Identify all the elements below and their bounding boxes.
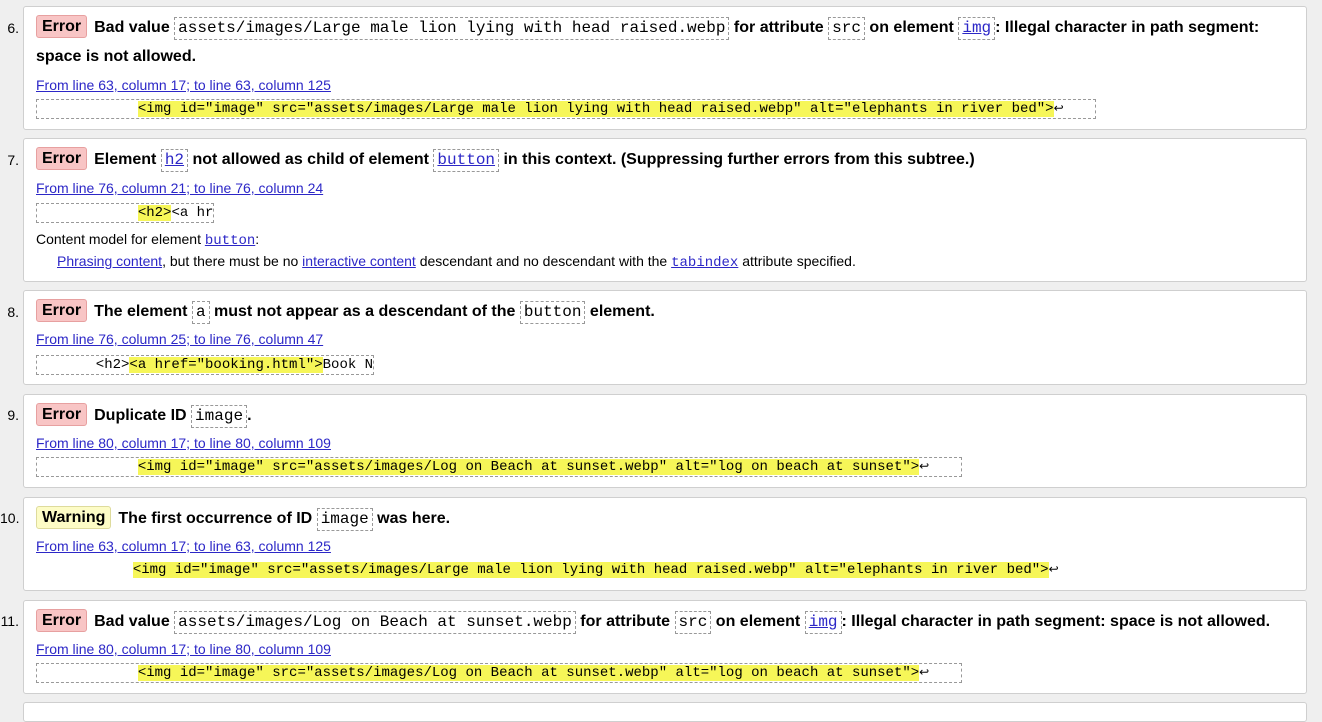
line-break-icon: ↩ xyxy=(1048,563,1059,577)
attribute-value-code: assets/images/Large male lion lying with… xyxy=(174,17,730,40)
element-link-button[interactable]: button xyxy=(205,233,255,249)
message-text: element. xyxy=(589,303,655,320)
highlighted-code: <img id="image" src="assets/images/Log o… xyxy=(137,459,920,475)
error-badge: Error xyxy=(36,403,88,426)
message-text: The element xyxy=(94,303,188,320)
phrasing-content-link[interactable]: Phrasing content xyxy=(57,253,162,269)
error-badge: Error xyxy=(36,299,88,322)
message-number: 10. xyxy=(0,510,20,526)
highlighted-code: <img id="image" src="assets/images/Large… xyxy=(132,562,1049,578)
message-text: for attribute xyxy=(733,19,824,36)
element-link-img[interactable]: img xyxy=(958,17,996,40)
code-extract: <h2><a hre xyxy=(36,203,214,223)
error-message: Error The element a must not appear as a … xyxy=(23,290,1307,385)
code-extract: <img id="image" src="assets/images/Large… xyxy=(36,99,1096,119)
message-text: on element xyxy=(869,19,954,36)
warning-badge: Warning xyxy=(36,506,112,529)
error-badge: Error xyxy=(36,147,88,170)
id-code: image xyxy=(191,405,248,428)
attribute-name-code: src xyxy=(828,17,865,40)
location-link[interactable]: From line 63, column 17; to line 63, col… xyxy=(36,77,331,93)
tabindex-link[interactable]: tabindex xyxy=(671,255,738,271)
message-text: on element xyxy=(715,613,801,630)
error-message: Error Element h2 not allowed as child of … xyxy=(23,138,1307,282)
message-text: . xyxy=(247,407,252,424)
code-extract: <img id="image" src="assets/images/Log o… xyxy=(36,457,962,477)
location-link[interactable]: From line 76, column 25; to line 76, col… xyxy=(36,331,323,347)
attribute-value-code: assets/images/Log on Beach at sunset.web… xyxy=(174,611,576,634)
code-extract: <img id="image" src="assets/images/Large… xyxy=(32,561,1092,581)
message-text: The first occurrence of ID xyxy=(118,510,313,527)
error-badge: Error xyxy=(36,609,88,632)
line-break-icon: ↩ xyxy=(919,460,930,474)
error-message xyxy=(23,702,1307,722)
message-text: in this context. (Suppressing further er… xyxy=(503,151,975,168)
message-number: 7. xyxy=(7,152,19,168)
location-link[interactable]: From line 80, column 17; to line 80, col… xyxy=(36,641,331,657)
location-link[interactable]: From line 76, column 21; to line 76, col… xyxy=(36,180,323,196)
highlighted-code: <a href="booking.html"> xyxy=(129,357,323,373)
line-break-icon: ↩ xyxy=(1053,102,1064,116)
message-text: Bad value xyxy=(94,613,170,630)
highlighted-code: <img id="image" src="assets/images/Large… xyxy=(137,101,1054,117)
code-extract: <img id="image" src="assets/images/Log o… xyxy=(36,663,962,683)
message-text: : Illegal character in path segment: xyxy=(995,19,1260,36)
error-message: Error Duplicate ID image. From line 80, c… xyxy=(23,394,1307,488)
message-text: Duplicate ID xyxy=(94,407,187,424)
element-link-button[interactable]: button xyxy=(433,149,500,172)
message-number: 8. xyxy=(7,304,19,320)
message-text: was here. xyxy=(377,510,451,527)
highlighted-code: <img id="image" src="assets/images/Log o… xyxy=(137,665,920,681)
location-link[interactable]: From line 80, column 17; to line 80, col… xyxy=(36,435,331,451)
element-link-img[interactable]: img xyxy=(804,611,842,634)
message-text: : Illegal character in path segment: spa… xyxy=(841,613,1271,630)
error-badge: Error xyxy=(36,15,88,38)
message-text: not allowed as child of element xyxy=(192,151,429,168)
message-text: Element xyxy=(94,151,157,168)
element-code: a xyxy=(191,301,210,324)
message-text: must not appear as a descendant of the xyxy=(214,303,516,320)
location-link[interactable]: From line 63, column 17; to line 63, col… xyxy=(36,538,331,554)
message-number: 9. xyxy=(7,407,19,423)
content-model: Content model for element button: Phrasi… xyxy=(36,231,856,271)
message-text: for attribute xyxy=(580,613,671,630)
warning-message: Warning The first occurrence of ID image … xyxy=(23,497,1307,591)
message-number: 6. xyxy=(7,20,19,36)
element-code: button xyxy=(519,301,586,324)
code-extract: <h2><a href="booking.html">Book N xyxy=(36,355,374,375)
element-link-h2[interactable]: h2 xyxy=(160,149,189,172)
line-break-icon: ↩ xyxy=(919,666,930,680)
message-number: 11. xyxy=(0,613,19,629)
message-text: Bad value xyxy=(94,19,170,36)
interactive-content-link[interactable]: interactive content xyxy=(302,253,416,269)
error-message: Error Bad value assets/images/Large male … xyxy=(23,6,1307,130)
attribute-name-code: src xyxy=(674,611,712,634)
highlighted-code: <h2> xyxy=(137,205,172,221)
error-message: Error Bad value assets/images/Log on Beac… xyxy=(23,600,1307,694)
id-code: image xyxy=(316,508,373,531)
message-text: space is not allowed. xyxy=(36,48,197,65)
